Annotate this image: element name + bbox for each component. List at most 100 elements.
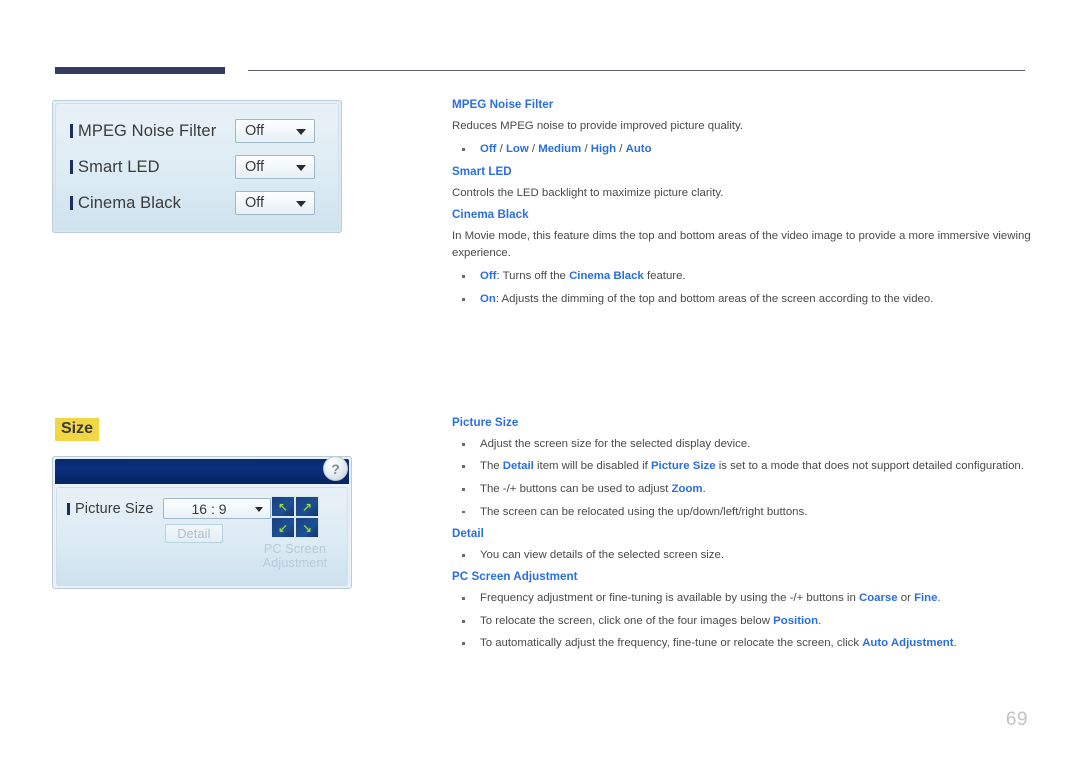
option-value: High bbox=[590, 143, 617, 156]
pc-screen-adjustment-label-line1: PC Screen bbox=[263, 542, 327, 556]
dropdown-cinema-black[interactable]: Off bbox=[235, 191, 315, 215]
description-column-top: MPEG Noise Filter Reduces MPEG noise to … bbox=[452, 98, 1032, 314]
bullet-list-pc-screen-adjustment: Frequency adjustment or fine-tuning is a… bbox=[452, 590, 1032, 652]
bullet-seg3: . bbox=[937, 592, 941, 605]
option-value: Medium bbox=[538, 143, 582, 156]
heading-picture-size: Picture Size bbox=[452, 416, 519, 429]
arrow-up-left-icon: ↖ bbox=[277, 499, 289, 514]
arrow-down-left-icon: ↙ bbox=[277, 520, 289, 535]
bullet-seg2: . bbox=[818, 614, 822, 627]
heading-pc-screen-adjustment: PC Screen Adjustment bbox=[452, 570, 578, 584]
option-label-smart-led: Smart LED bbox=[70, 158, 235, 177]
option-label-mpeg-noise-filter: MPEG Noise Filter bbox=[70, 122, 235, 141]
dropdown-smart-led[interactable]: Off bbox=[235, 155, 315, 179]
list-item: Adjust the screen size for the selected … bbox=[452, 436, 1032, 453]
dropdown-value: Off bbox=[245, 195, 265, 211]
bullet-seg1: To automatically adjust the frequency, f… bbox=[480, 637, 863, 650]
option-value: Auto bbox=[625, 143, 652, 156]
bullet-seg2: . bbox=[702, 482, 706, 495]
list-item: Frequency adjustment or fine-tuning is a… bbox=[452, 590, 1032, 607]
bullet-tick-icon bbox=[70, 160, 73, 174]
bullet-seg2: item will be disabled if bbox=[533, 460, 651, 473]
section-heading-size: Size bbox=[55, 418, 100, 442]
option-label-text: MPEG Noise Filter bbox=[78, 121, 217, 140]
bullet-text-a: : Turns off the bbox=[496, 270, 570, 283]
picture-size-titlebar: ? bbox=[55, 457, 349, 484]
option-row-mpeg-noise-filter: MPEG Noise Filter Off bbox=[70, 115, 324, 147]
description-column-bottom: Picture Size Adjust the screen size for … bbox=[452, 416, 1032, 659]
heading-smart-led: Smart LED bbox=[452, 164, 512, 178]
dropdown-value: Off bbox=[245, 159, 265, 175]
bullet-tick-icon bbox=[70, 196, 73, 210]
list-item: The Detail item will be disabled if Pict… bbox=[452, 458, 1032, 475]
option-label-text: Cinema Black bbox=[78, 193, 181, 212]
bullet-seg1: Adjust the screen size for the selected … bbox=[480, 437, 751, 450]
list-item: The screen can be relocated using the up… bbox=[452, 504, 1032, 521]
bullet-text-b: feature. bbox=[643, 270, 686, 283]
option-separator: / bbox=[581, 143, 591, 156]
chevron-down-icon bbox=[296, 201, 306, 207]
bullet-tick-icon bbox=[67, 502, 70, 515]
option-label-text: Picture Size bbox=[75, 500, 154, 517]
bullet-seg2: or bbox=[897, 592, 915, 605]
help-icon[interactable]: ? bbox=[323, 457, 348, 481]
bullet-list-mpeg-options: Off / Low / Medium / High / Auto bbox=[452, 141, 1032, 158]
bullet-lead: Off bbox=[480, 270, 497, 283]
bullet-b2: Picture Size bbox=[650, 460, 716, 473]
bullet-b1: Zoom bbox=[671, 482, 703, 495]
picture-options-inner: MPEG Noise Filter Off Smart LED Off Cine… bbox=[55, 103, 339, 230]
option-row-smart-led: Smart LED Off bbox=[70, 151, 324, 183]
bullet-seg1: The bbox=[480, 460, 503, 473]
position-grid[interactable]: ↖ ↗ ↙ ↘ bbox=[271, 496, 319, 538]
pc-screen-adjustment-control: ↖ ↗ ↙ ↘ PC Screen Adjustment bbox=[251, 496, 339, 570]
heading-mpeg-noise-filter: MPEG Noise Filter bbox=[452, 98, 554, 111]
page-number: 69 bbox=[1005, 709, 1028, 730]
paragraph-cinema-black: In Movie mode, this feature dims the top… bbox=[452, 230, 1031, 259]
position-tile-bottom-right[interactable]: ↘ bbox=[296, 518, 318, 537]
pc-screen-adjustment-label-line2: Adjustment bbox=[262, 556, 328, 570]
dropdown-mpeg-noise-filter[interactable]: Off bbox=[235, 119, 315, 143]
option-row-cinema-black: Cinema Black Off bbox=[70, 187, 324, 219]
bullet-b1: Auto Adjustment bbox=[862, 637, 954, 650]
bullet-seg1: To relocate the screen, click one of the… bbox=[480, 614, 774, 627]
option-value: Off bbox=[480, 143, 497, 156]
position-tile-top-left[interactable]: ↖ bbox=[272, 497, 294, 516]
detail-button[interactable]: Detail bbox=[165, 524, 223, 543]
list-item: Off: Turns off the Cinema Black feature. bbox=[452, 268, 1032, 285]
option-value: Low bbox=[505, 143, 529, 156]
dropdown-value: Off bbox=[245, 123, 265, 139]
paragraph-mpeg-noise-filter: Reduces MPEG noise to provide improved p… bbox=[452, 119, 744, 132]
list-item: You can view details of the selected scr… bbox=[452, 547, 1032, 564]
header-rule-thick bbox=[55, 67, 225, 74]
list-item: To automatically adjust the frequency, f… bbox=[452, 635, 1032, 652]
bullet-seg1: The -/+ buttons can be used to adjust bbox=[480, 482, 672, 495]
bullet-b2: Fine bbox=[914, 592, 938, 605]
option-separator: / bbox=[616, 143, 626, 156]
mpeg-options-values: Off / Low / Medium / High / Auto bbox=[480, 143, 652, 155]
paragraph-smart-led: Controls the LED backlight to maximize p… bbox=[452, 186, 724, 199]
bullet-b1: Coarse bbox=[858, 592, 898, 605]
list-item: Off / Low / Medium / High / Auto bbox=[452, 141, 1032, 158]
option-label-picture-size: Picture Size bbox=[67, 501, 163, 517]
position-tile-bottom-left[interactable]: ↙ bbox=[272, 518, 294, 537]
dropdown-value: 16 : 9 bbox=[191, 500, 227, 517]
bullet-list-detail: You can view details of the selected scr… bbox=[452, 547, 1032, 564]
bullet-list-cinema-black: Off: Turns off the Cinema Black feature.… bbox=[452, 268, 1032, 307]
pc-screen-adjustment-label: PC Screen Adjustment bbox=[251, 542, 339, 570]
bullet-lead: On bbox=[480, 292, 496, 305]
chevron-down-icon bbox=[296, 165, 306, 171]
position-tile-top-right[interactable]: ↗ bbox=[296, 497, 318, 516]
option-separator: / bbox=[528, 143, 539, 156]
screenshot-picture-size-panel: ? Picture Size 16 : 9 Detail ↖ ↗ ↙ ↘ PC … bbox=[52, 456, 352, 589]
list-item: The -/+ buttons can be used to adjust Zo… bbox=[452, 481, 1032, 498]
header-rule-thin bbox=[248, 70, 1025, 72]
bullet-list-picture-size: Adjust the screen size for the selected … bbox=[452, 436, 1032, 520]
option-label-text: Smart LED bbox=[78, 157, 160, 176]
option-separator: / bbox=[496, 143, 506, 156]
bullet-seg3: is set to a mode that does not support d… bbox=[715, 460, 1024, 473]
list-item: On: Adjusts the dimming of the top and b… bbox=[452, 291, 1032, 308]
bullet-seg1: You can view details of the selected scr… bbox=[480, 548, 724, 561]
bullet-seg1: The screen can be relocated using the up… bbox=[480, 505, 808, 518]
bullet-emph: Cinema Black bbox=[569, 270, 644, 283]
bullet-tick-icon bbox=[70, 124, 73, 138]
